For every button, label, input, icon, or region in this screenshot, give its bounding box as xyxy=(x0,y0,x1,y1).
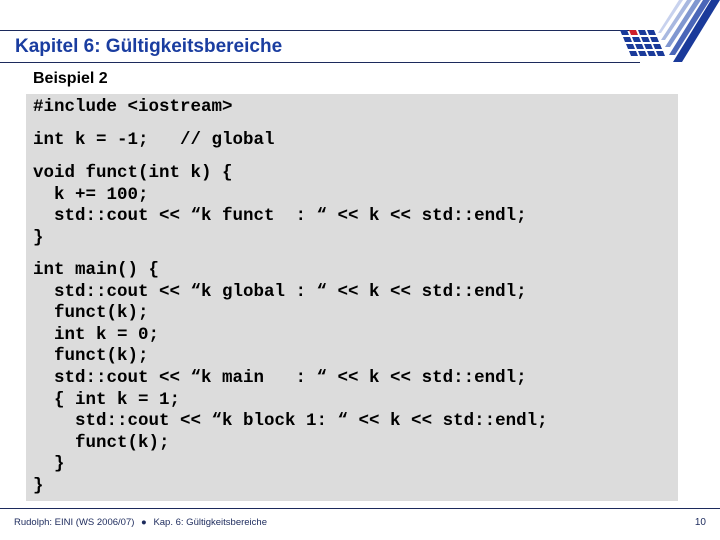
page-title: Kapitel 6: Gültigkeitsbereiche xyxy=(15,36,283,57)
code-main-definition: int main() { std::cout << “k global : “ … xyxy=(33,260,548,496)
footer-chapter: Kap. 6: Gültigkeitsbereiche xyxy=(153,517,267,528)
footer-rule xyxy=(0,508,720,509)
footer-bullet-icon: ● xyxy=(141,517,147,528)
code-global-var: int k = -1; // global xyxy=(33,130,275,150)
code-include: #include <iostream> xyxy=(33,97,233,117)
university-logo-icon xyxy=(620,0,720,62)
footer-source: Rudolph: EINI (WS 2006/07) xyxy=(14,517,135,528)
header-rule-top xyxy=(0,30,632,31)
code-funct-definition: void funct(int k) { k += 100; std::cout … xyxy=(33,163,527,248)
header-rule-bottom xyxy=(0,62,640,63)
footer-info: Rudolph: EINI (WS 2006/07) ● Kap. 6: Gül… xyxy=(14,517,267,528)
logo-grid xyxy=(620,30,665,56)
page-number: 10 xyxy=(694,517,706,528)
logo-stripes xyxy=(658,0,720,62)
slide-subtitle: Beispiel 2 xyxy=(33,70,108,87)
